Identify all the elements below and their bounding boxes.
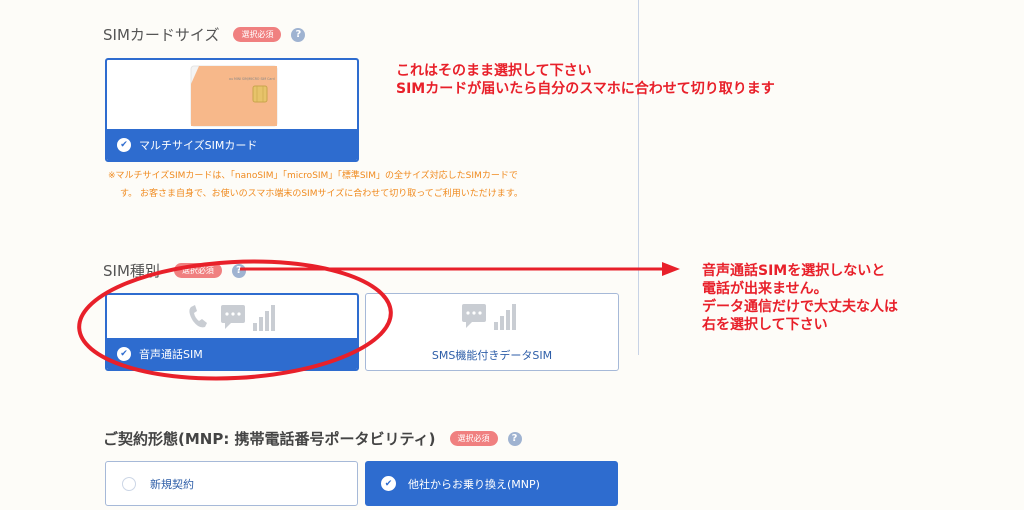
radio-icon — [122, 476, 136, 491]
required-badge: 選択必須 — [449, 431, 498, 446]
annotation-right-line-3: データ通信だけで大丈夫な人は — [702, 299, 898, 315]
contract-option-mnp[interactable]: ✔ 他社からお乗り換え(MNP) — [365, 461, 618, 506]
annotation-right-line-1: 音声通話SIMを選択しないと — [702, 263, 886, 279]
arrow-head-icon — [662, 262, 680, 276]
help-icon[interactable]: ? — [507, 431, 522, 446]
contract-option-mnp-label: 他社からお乗り換え(MNP) — [408, 477, 540, 491]
check-icon: ✔ — [381, 476, 396, 491]
contract-section-title: ご契約形態(MNP: 携帯電話番号ポータビリティ) 選択必須 ? — [103, 428, 522, 449]
highlight-ellipse — [77, 259, 393, 381]
annotation-right-line-4: 右を選択して下さい — [702, 317, 828, 333]
annotation-right-line-2: 電話が出来ません。 — [702, 281, 828, 297]
contract-option-new-label: 新規契約 — [150, 477, 194, 491]
annotation-right: 音声通話SIMを選択しないと 電話が出来ません。 データ通信だけで大丈夫な人は … — [702, 262, 898, 334]
contract-option-new[interactable]: 新規契約 — [105, 461, 358, 506]
contract-title: ご契約形態(MNP: 携帯電話番号ポータビリティ) — [103, 430, 436, 448]
